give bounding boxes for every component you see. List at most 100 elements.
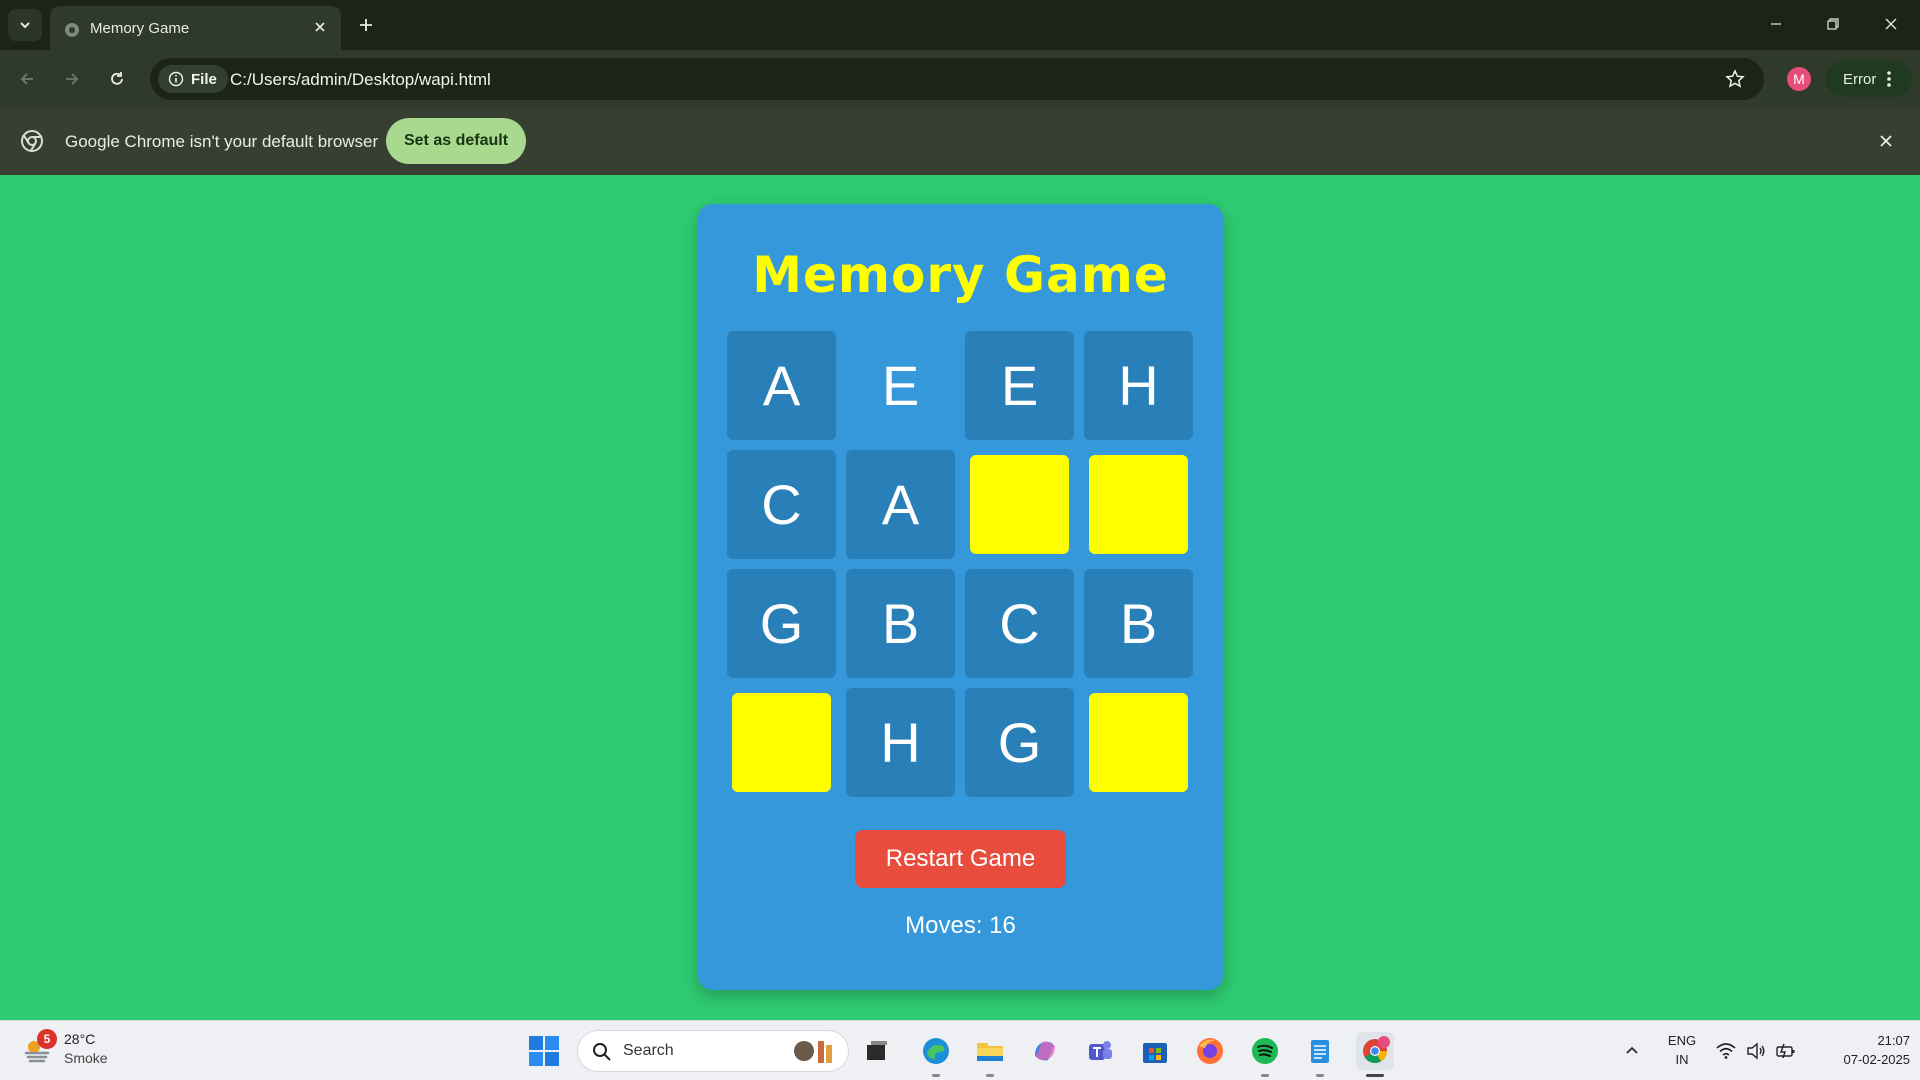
wifi-status[interactable]	[1714, 1039, 1738, 1063]
chevron-up-icon	[1626, 1046, 1638, 1054]
star-icon	[1725, 69, 1745, 88]
card-tile[interactable]: A	[846, 450, 955, 559]
set-as-default-button[interactable]: Set as default	[386, 118, 526, 164]
notepad-app[interactable]	[1301, 1032, 1339, 1077]
task-view-app[interactable]	[858, 1032, 896, 1070]
close-icon	[315, 22, 325, 32]
card-tile[interactable]: B	[846, 569, 955, 678]
firefox-app[interactable]	[1191, 1032, 1229, 1070]
tab-search-button[interactable]	[8, 9, 42, 41]
windows-taskbar: 5 28°C Smoke Search ENG IN 21:07 07-02-2…	[0, 1020, 1920, 1080]
firefox-icon	[1197, 1038, 1223, 1064]
wifi-icon	[1716, 1043, 1736, 1059]
card-tile[interactable]: E	[846, 331, 955, 440]
battery-status[interactable]	[1774, 1039, 1798, 1063]
tab-strip: Memory Game	[0, 0, 1920, 50]
bookmark-button[interactable]	[1722, 66, 1748, 92]
microsoft-store-app[interactable]	[1136, 1032, 1174, 1070]
edge-app[interactable]	[917, 1032, 955, 1077]
tab-memory-game[interactable]: Memory Game	[50, 6, 341, 50]
card-tile[interactable]: E	[965, 331, 1074, 440]
error-label: Error	[1843, 70, 1877, 88]
spotify-app[interactable]	[1246, 1032, 1284, 1077]
forward-button[interactable]	[55, 62, 89, 96]
running-indicator	[986, 1074, 994, 1077]
card-tile[interactable]: H	[846, 688, 955, 797]
chrome-logo-icon	[21, 130, 43, 152]
minimize-button[interactable]	[1758, 8, 1794, 40]
copilot-icon	[1035, 1041, 1055, 1061]
restore-button[interactable]	[1815, 8, 1851, 40]
card-tile[interactable]	[1089, 455, 1188, 554]
address-bar[interactable]: File C:/Users/admin/Desktop/wapi.html	[150, 58, 1764, 100]
chrome-app[interactable]	[1356, 1032, 1394, 1077]
site-info-chip[interactable]: File	[158, 65, 228, 93]
window-close-button[interactable]	[1873, 8, 1909, 40]
arrow-left-icon	[20, 73, 33, 85]
card-tile[interactable]	[732, 693, 831, 792]
task-view-icon	[867, 1041, 887, 1060]
url-text: C:/Users/admin/Desktop/wapi.html	[230, 70, 491, 89]
site-chip-label: File	[191, 70, 217, 88]
notepad-icon	[1311, 1040, 1329, 1063]
tab-close-button[interactable]	[310, 17, 330, 37]
search-highlight-icon	[794, 1041, 832, 1063]
show-hidden-icons-button[interactable]	[1620, 1039, 1644, 1063]
region-code: IN	[1675, 1052, 1689, 1067]
file-explorer-app[interactable]	[971, 1032, 1009, 1077]
card-tile[interactable]	[970, 455, 1069, 554]
minimize-icon	[1771, 23, 1781, 25]
copilot-app[interactable]	[1026, 1032, 1064, 1070]
spotify-icon	[1252, 1038, 1278, 1064]
language-indicator[interactable]: ENG IN	[1665, 1031, 1699, 1069]
weather-notification-badge: 5	[37, 1029, 57, 1049]
game-board: A E E H C A G B C B H G	[727, 331, 1193, 797]
profile-avatar[interactable]: M	[1787, 67, 1811, 91]
infobar-close-button[interactable]	[1874, 129, 1898, 153]
active-indicator	[1366, 1074, 1384, 1077]
teams-app[interactable]	[1081, 1032, 1119, 1070]
arrow-right-icon	[66, 73, 79, 85]
search-placeholder: Search	[623, 1042, 674, 1059]
speaker-icon	[1747, 1042, 1765, 1060]
battery-charging-icon	[1776, 1043, 1795, 1059]
card-tile[interactable]	[1089, 693, 1188, 792]
game-container: Memory Game A E E H C A G B C B H G Rest…	[698, 204, 1223, 990]
card-tile[interactable]: C	[727, 450, 836, 559]
folder-icon	[977, 1043, 1003, 1061]
teams-icon	[1089, 1041, 1112, 1060]
taskbar-search-box[interactable]: Search	[577, 1030, 849, 1072]
browser-toolbar: File C:/Users/admin/Desktop/wapi.html M …	[0, 50, 1920, 107]
reload-icon	[111, 72, 123, 85]
clock-date: 07-02-2025	[1843, 1052, 1911, 1067]
weather-temperature[interactable]: 28°C	[64, 1031, 95, 1047]
search-icon	[593, 1043, 611, 1061]
back-button[interactable]	[10, 62, 44, 96]
clock-time: 21:07	[1877, 1033, 1910, 1048]
running-indicator	[932, 1074, 940, 1077]
weather-description[interactable]: Smoke	[64, 1050, 108, 1066]
card-tile[interactable]: G	[965, 688, 1074, 797]
restart-button[interactable]: Restart Game	[855, 830, 1066, 888]
game-title: Memory Game	[752, 246, 1169, 304]
tab-title: Memory Game	[90, 20, 190, 37]
error-menu-button[interactable]: Error	[1826, 61, 1912, 97]
volume-status[interactable]	[1744, 1039, 1768, 1063]
chrome-icon	[1363, 1036, 1390, 1064]
more-vertical-icon	[1887, 71, 1892, 87]
new-tab-button[interactable]	[351, 10, 381, 40]
card-tile[interactable]: A	[727, 331, 836, 440]
card-tile[interactable]: B	[1084, 569, 1193, 678]
card-tile[interactable]: H	[1084, 331, 1193, 440]
default-browser-infobar: Google Chrome isn't your default browser…	[0, 107, 1920, 175]
close-icon	[1880, 135, 1892, 147]
card-tile[interactable]: G	[727, 569, 836, 678]
reload-button[interactable]	[100, 62, 134, 96]
card-tile[interactable]: C	[965, 569, 1074, 678]
close-icon	[1885, 18, 1897, 30]
windows-start-icon[interactable]	[527, 1034, 561, 1068]
language-code: ENG	[1667, 1033, 1697, 1048]
globe-icon	[65, 23, 79, 37]
infobar-message: Google Chrome isn't your default browser	[65, 132, 379, 151]
system-clock[interactable]: 21:07 07-02-2025	[1810, 1031, 1911, 1069]
